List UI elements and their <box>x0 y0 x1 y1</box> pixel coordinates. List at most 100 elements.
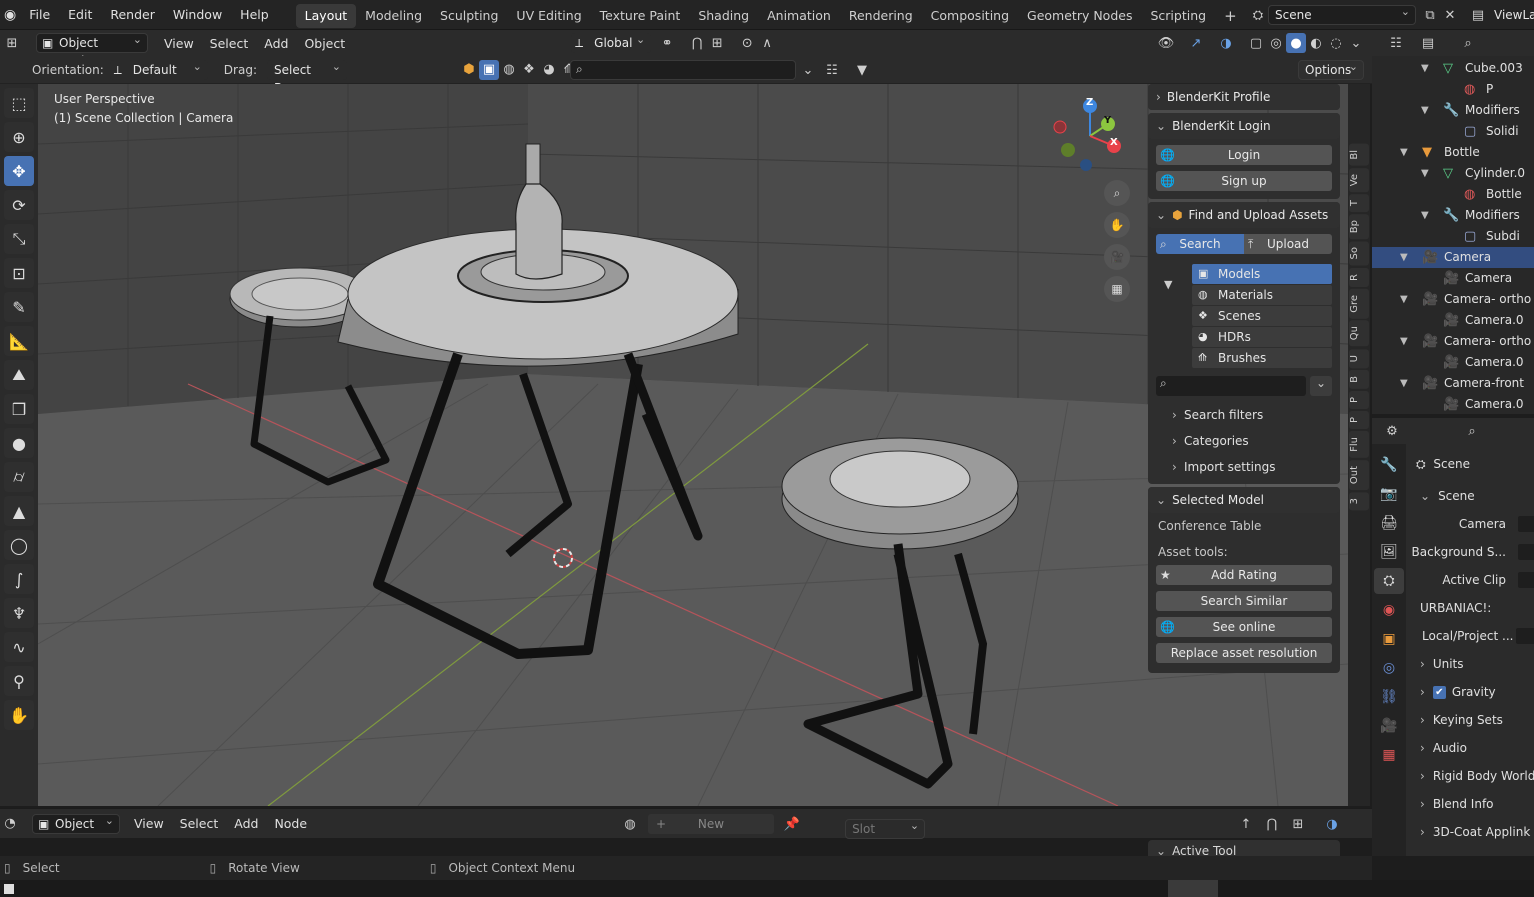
pin-icon[interactable]: 📌 <box>782 814 802 834</box>
add-empty-tool-icon[interactable]: ⚲ <box>4 666 34 696</box>
menu-help[interactable]: Help <box>231 0 278 30</box>
new-material-button[interactable]: + New <box>648 814 774 834</box>
search-tab[interactable]: ⌕ Search <box>1156 234 1244 254</box>
menu-view[interactable]: View <box>156 36 202 51</box>
menu-edit[interactable]: Edit <box>59 0 101 30</box>
constraints-properties-icon[interactable]: ⛓ <box>1374 684 1404 710</box>
expand-arrow-icon[interactable]: ▼ <box>1400 142 1408 163</box>
navigation-gizmo[interactable]: Z Y X <box>1050 94 1130 174</box>
wireframe-shading-icon[interactable]: ◎ <box>1266 33 1286 53</box>
blender-logo-icon[interactable]: ◉ <box>0 0 20 30</box>
sidebar-tab-out[interactable]: Out <box>1349 459 1369 490</box>
replace-resolution-button[interactable]: Replace asset resolution <box>1156 643 1332 663</box>
expand-arrow-icon[interactable]: ▼ <box>1400 247 1408 268</box>
sidebar-tab-t[interactable]: T <box>1349 193 1369 212</box>
scene-icon[interactable]: ⛭ <box>1248 5 1268 25</box>
outliner-row[interactable]: 🎥 Camera <box>1372 268 1534 289</box>
add-rating-button[interactable]: ★ Add Rating <box>1156 565 1332 585</box>
local-project-input[interactable] <box>1516 628 1534 644</box>
expand-arrow-icon[interactable]: ▼ <box>1421 205 1429 226</box>
add-cone-tool-icon[interactable]: ▲ <box>4 496 34 526</box>
menu-window[interactable]: Window <box>164 0 231 30</box>
background-scene-input[interactable] <box>1518 544 1534 560</box>
workspace-tab-scripting[interactable]: Scripting <box>1141 4 1215 28</box>
sidebar-tab-qu[interactable]: Qu <box>1349 320 1369 347</box>
visibility-icon[interactable]: 👁 <box>1156 33 1176 53</box>
sidebar-tab-p2[interactable]: P <box>1349 410 1369 429</box>
add-cylinder-tool-icon[interactable]: ⌭ <box>4 462 34 492</box>
rendered-shading-icon[interactable]: ◌ <box>1326 33 1346 53</box>
bottom-editor-type-icon[interactable]: ◔ <box>0 814 20 834</box>
bk-models-icon[interactable]: ▣ <box>478 59 499 80</box>
add-curve-bezier-tool-icon[interactable]: ∿ <box>4 632 34 662</box>
shading-options-icon[interactable]: ⌄ <box>1346 33 1366 53</box>
workspace-tab-compositing[interactable]: Compositing <box>922 4 1018 28</box>
filter-icon[interactable]: ▼ <box>852 60 872 80</box>
expand-arrow-icon[interactable]: ▼ <box>1421 58 1429 79</box>
asset-type-materials[interactable]: ◍ Materials <box>1192 285 1332 305</box>
blenderkit-search-field[interactable]: ⌕ <box>570 60 796 80</box>
start-icon[interactable] <box>4 884 14 894</box>
property-panel-header[interactable]: › 3D-Coat Applink Se <box>1406 818 1534 846</box>
bottom-menu-view[interactable]: View <box>126 816 172 831</box>
outliner-row[interactable]: ▼ 🔧 Modifiers <box>1372 100 1534 121</box>
camera-view-icon[interactable]: 🎥 <box>1104 244 1130 270</box>
blender-taskbar-icon[interactable] <box>1168 880 1218 897</box>
annotate-tool-icon[interactable]: ✎ <box>4 292 34 322</box>
bottom-menu-node[interactable]: Node <box>266 816 315 831</box>
active-clip-input[interactable] <box>1518 572 1534 588</box>
blenderkit-profile-header[interactable]: › BlenderKit Profile <box>1148 84 1340 110</box>
select-box-tool-icon[interactable]: ⬚ <box>4 88 34 118</box>
asset-type-hdrs[interactable]: ◕ HDRs <box>1192 327 1332 347</box>
world-properties-icon[interactable]: ◉ <box>1374 597 1404 623</box>
drag-dropdown[interactable]: Select Box <box>266 58 347 95</box>
workspace-tab-uv-editing[interactable]: UV Editing <box>507 4 590 28</box>
signup-button[interactable]: 🌐 Sign up <box>1156 171 1332 191</box>
menu-select[interactable]: Select <box>202 36 257 51</box>
snap-icon[interactable]: ⋂ <box>687 33 707 53</box>
workspace-tab-geometry-nodes[interactable]: Geometry Nodes <box>1018 4 1141 28</box>
camera-field-input[interactable] <box>1518 516 1534 532</box>
expand-arrow-icon[interactable]: ▼ <box>1421 163 1429 184</box>
search-history-icon[interactable]: ⌄ <box>798 60 818 80</box>
add-workspace-icon[interactable]: + <box>1215 4 1246 28</box>
outliner-row[interactable]: 🎥 Camera.0 <box>1372 394 1534 414</box>
property-panel-header[interactable]: › ✔ Gravity <box>1406 678 1534 706</box>
sidebar-tab-b[interactable]: B <box>1349 369 1369 389</box>
property-panel-header[interactable]: › Blend Info <box>1406 790 1534 818</box>
bottom-mode-dropdown[interactable]: ▣ Object <box>32 812 120 834</box>
xray-icon[interactable]: ▢ <box>1246 33 1266 53</box>
texture-properties-icon[interactable]: ▦ <box>1374 742 1404 768</box>
pan-hand-icon[interactable]: ✋ <box>1104 212 1130 238</box>
orientation-dropdown[interactable]: ⟂ Default <box>109 58 208 80</box>
pivot-point-icon[interactable]: ⚭ <box>657 33 677 53</box>
find-upload-header[interactable]: ⌄ ⬢ Find and Upload Assets <box>1148 202 1340 228</box>
bottom-menu-select[interactable]: Select <box>172 816 227 831</box>
workspace-tab-texture-paint[interactable]: Texture Paint <box>591 4 690 28</box>
upload-tab[interactable]: ⤒ Upload <box>1244 234 1332 254</box>
cursor-tool-icon[interactable]: ⊕ <box>4 122 34 152</box>
menu-add[interactable]: Add <box>256 36 296 51</box>
outliner-row[interactable]: ▼ 🎥 Camera- ortho <box>1372 331 1534 352</box>
scene-name-field[interactable]: Scene <box>1268 3 1416 25</box>
property-panel-header[interactable]: › Keying Sets <box>1406 706 1534 734</box>
asset-type-brushes[interactable]: ⟰ Brushes <box>1192 348 1332 368</box>
object-properties-icon[interactable]: ▣ <box>1374 626 1404 652</box>
blenderkit-logo-icon[interactable]: ⬢ <box>459 60 479 80</box>
render-properties-icon[interactable]: 📷 <box>1374 481 1404 507</box>
sidebar-tab-p[interactable]: P <box>1349 390 1369 409</box>
sidebar-tab-r[interactable]: R <box>1349 267 1369 287</box>
sidebar-tab-gre[interactable]: Gre <box>1349 288 1369 319</box>
outliner-row[interactable]: ▼ ▽ Cube.003 <box>1372 58 1534 79</box>
search-similar-button[interactable]: Search Similar <box>1156 591 1332 611</box>
outliner-row[interactable]: ▼ 🎥 Camera-front <box>1372 373 1534 394</box>
node-snap-target-icon[interactable]: ⊞ <box>1288 814 1308 834</box>
scene-panel-header[interactable]: ⌄ Scene <box>1406 482 1534 510</box>
material-shading-icon[interactable]: ◐ <box>1306 33 1326 53</box>
display-mode-icon[interactable]: ▤ <box>1418 33 1438 53</box>
bk-hdrs-icon[interactable]: ◕ <box>539 60 559 80</box>
overlay-icon[interactable]: ◑ <box>1216 33 1236 53</box>
menu-object[interactable]: Object <box>296 36 353 51</box>
expand-arrow-icon[interactable]: ▼ <box>1400 331 1408 352</box>
asset-type-scenes[interactable]: ❖ Scenes <box>1192 306 1332 326</box>
